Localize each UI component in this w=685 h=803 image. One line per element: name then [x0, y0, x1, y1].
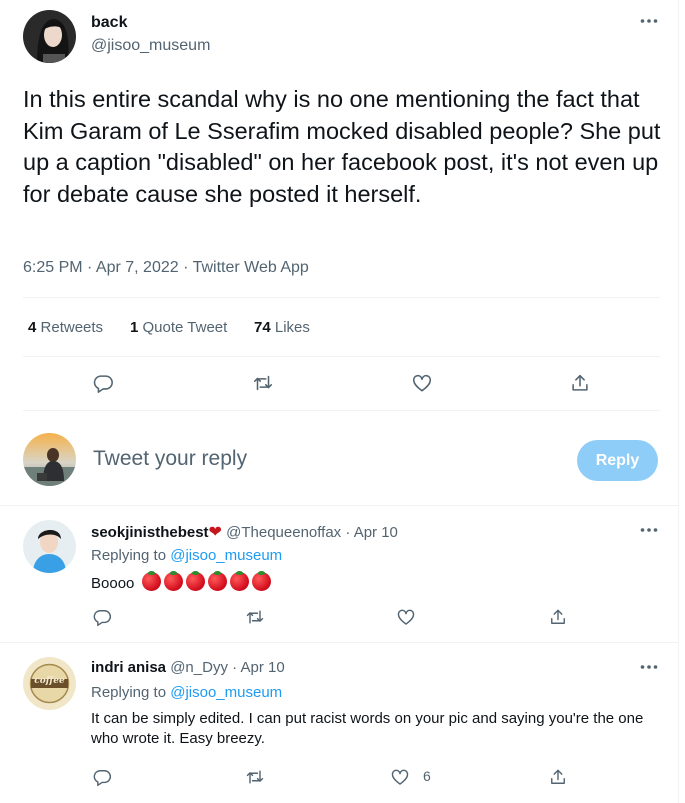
quotes-stat[interactable]: 1 Quote Tweet [130, 319, 227, 336]
reply-avatar[interactable] [23, 520, 76, 573]
retweets-count: 4 [28, 319, 37, 336]
avatar-logo-text: coffee [34, 676, 65, 686]
replying-to: Replying to @jisoo_museum [91, 547, 282, 564]
tomato-emoji-icon [251, 571, 271, 591]
reply-text: It can be simply edited. I can put racis… [91, 710, 644, 747]
author-avatar[interactable] [23, 10, 76, 63]
reply-icon[interactable] [89, 764, 115, 790]
likes-label: Likes [274, 319, 310, 336]
like-heart-icon[interactable] [409, 370, 435, 396]
reply-text-content: Boooo [91, 575, 135, 592]
divider [23, 297, 660, 298]
like-heart-icon[interactable] [393, 604, 419, 630]
reply-display-name[interactable]: indri anisa [91, 659, 166, 676]
retweet-icon[interactable] [242, 764, 268, 790]
replying-to-label: Replying to [91, 547, 167, 564]
reply-header: indri anisa @n_Dyy · Apr 10 [91, 659, 285, 676]
replying-to-handle[interactable]: @jisoo_museum [170, 684, 282, 701]
quotes-count: 1 [130, 319, 139, 336]
like-heart-icon[interactable] [387, 764, 413, 790]
reply-avatar[interactable]: coffee [23, 657, 76, 710]
tomato-emoji-icon [207, 571, 227, 591]
author-display-name[interactable]: back [91, 14, 127, 32]
tomato-emoji-icon [141, 571, 161, 591]
more-options-icon[interactable] [640, 527, 664, 537]
share-icon[interactable] [545, 764, 571, 790]
more-options-icon[interactable] [640, 18, 664, 28]
divider [23, 410, 660, 411]
share-icon[interactable] [567, 370, 593, 396]
likes-stat[interactable]: 74 Likes [254, 319, 310, 336]
tomato-emoji-icon [185, 571, 205, 591]
retweets-stat[interactable]: 4 Retweets [28, 319, 103, 336]
retweets-label: Retweets [40, 319, 104, 336]
like-count: 6 [423, 768, 431, 784]
divider [0, 642, 678, 643]
reply-icon[interactable] [89, 604, 115, 630]
tweet-thread: back @jisoo_museum In this entire scanda… [0, 0, 679, 803]
reply-display-name[interactable]: seokjinisthebest [91, 524, 209, 541]
retweet-icon[interactable] [250, 370, 276, 396]
divider [23, 356, 660, 357]
replying-to-handle[interactable]: @jisoo_museum [170, 547, 282, 564]
reply-date[interactable]: Apr 10 [354, 524, 398, 541]
tomato-emoji-icon [163, 571, 183, 591]
user-avatar[interactable] [23, 433, 76, 486]
heart-emoji-icon: ❤ [208, 524, 222, 541]
replying-to: Replying to @jisoo_museum [91, 684, 282, 701]
tweet-text: In this entire scandal why is no one men… [23, 86, 661, 207]
replying-to-label: Replying to [91, 684, 167, 701]
quotes-label: Quote Tweet [142, 319, 228, 336]
reply-icon[interactable] [90, 370, 116, 396]
reply-handle[interactable]: @n_Dyy [170, 659, 228, 676]
reply-input[interactable]: Tweet your reply [93, 447, 247, 471]
tomato-emoji-row [139, 571, 271, 592]
author-handle[interactable]: @jisoo_museum [91, 37, 210, 55]
reply-header: seokjinisthebest❤ @Thequeenoffax · Apr 1… [91, 524, 398, 541]
likes-count: 74 [254, 319, 271, 336]
retweet-icon[interactable] [242, 604, 268, 630]
reply-handle[interactable]: @Thequeenoffax [226, 524, 341, 541]
tweet-timestamp[interactable]: 6:25 PM · Apr 7, 2022 · Twitter Web App [23, 259, 309, 277]
reply-text: Boooo [91, 571, 271, 592]
share-icon[interactable] [545, 604, 571, 630]
reply-date[interactable]: Apr 10 [240, 659, 284, 676]
reply-button[interactable]: Reply [577, 440, 658, 481]
tomato-emoji-icon [229, 571, 249, 591]
divider [0, 505, 678, 506]
more-options-icon[interactable] [640, 664, 664, 674]
